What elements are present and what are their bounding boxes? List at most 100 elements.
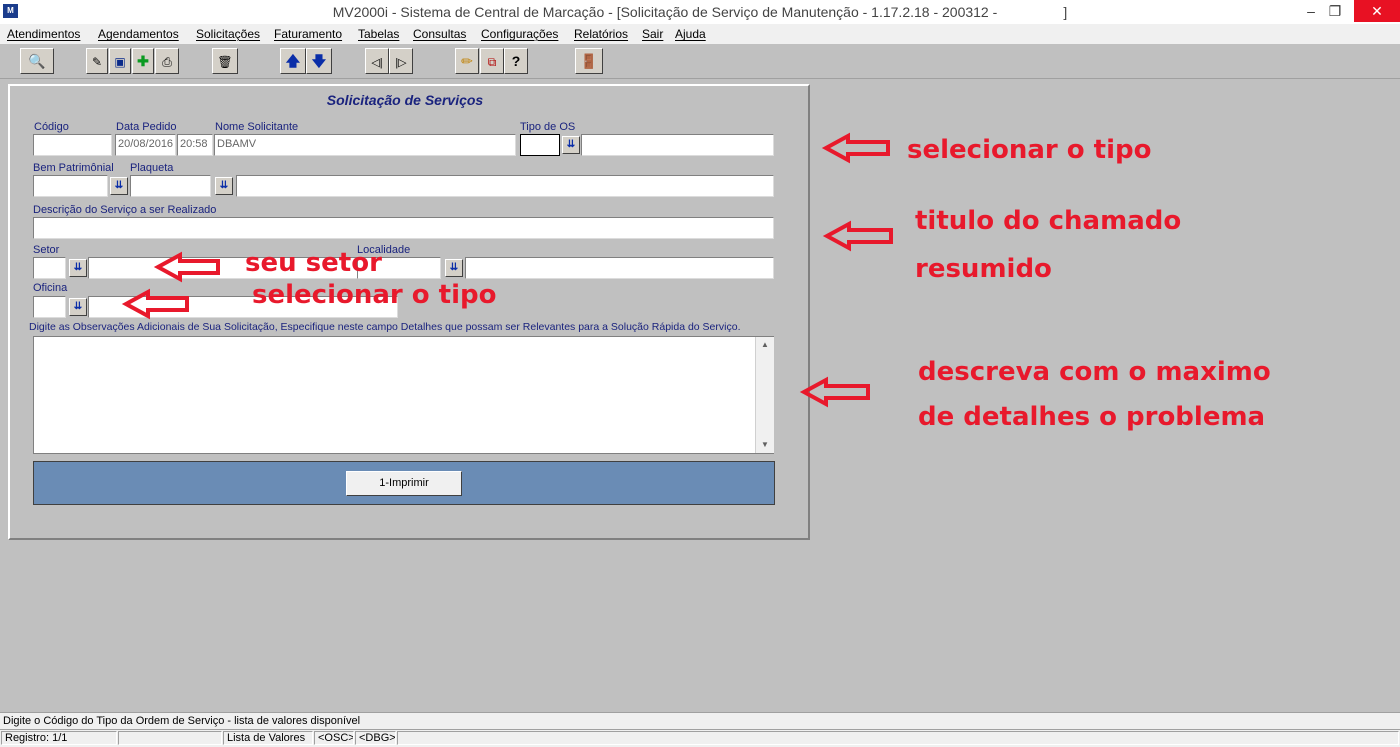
oficina-code-field[interactable] xyxy=(33,296,66,318)
menu-agendamentos[interactable]: Agendamentos xyxy=(98,27,179,41)
edit-icon: ✎ xyxy=(91,55,103,69)
last-icon: |▷ xyxy=(395,57,407,69)
arrow-up-icon: 🡅 xyxy=(285,53,301,69)
codigo-field[interactable] xyxy=(33,134,112,156)
help-button[interactable]: ? xyxy=(504,48,528,74)
scroll-up-icon[interactable]: ▲ xyxy=(756,337,774,353)
annotation-descreva-2: de detalhes o problema xyxy=(918,402,1266,432)
lov-down-icon: ⇊ xyxy=(73,262,83,273)
annotation-seu-setor: seu setor xyxy=(245,248,382,278)
arrow-down-icon: 🡇 xyxy=(311,53,327,69)
save-button[interactable]: ▣ xyxy=(109,48,131,74)
status-dbg: <DBG> xyxy=(355,731,396,745)
label-descricao: Descrição do Serviço a ser Realizado xyxy=(33,204,217,216)
close-button[interactable]: ✕ xyxy=(1354,0,1400,22)
pencil-button[interactable]: ✏ xyxy=(455,48,479,74)
bem-patrimonial-lov-button[interactable]: ⇊ xyxy=(110,177,128,195)
annotation-oficina-tipo: selecionar o tipo xyxy=(252,280,497,310)
first-record-button[interactable]: ◁| xyxy=(365,48,389,74)
oficina-lov-button[interactable]: ⇊ xyxy=(69,298,87,316)
annotation-titulo-2: resumido xyxy=(915,254,1052,284)
add-icon: ✚ xyxy=(137,53,149,69)
menu-atendimentos[interactable]: Atendimentos xyxy=(7,27,80,41)
delete-icon: 🗑 xyxy=(217,55,233,69)
status-empty xyxy=(118,731,222,745)
label-oficina: Oficina xyxy=(33,282,68,294)
exit-button[interactable]: 🚪 xyxy=(575,48,603,74)
lov-down-icon: ⇊ xyxy=(449,262,459,273)
localidade-desc-field[interactable] xyxy=(465,257,774,279)
form-title: Solicitação de Serviços xyxy=(326,92,484,108)
label-observacoes: Digite as Observações Adicionais de Sua … xyxy=(29,321,741,333)
label-codigo: Código xyxy=(34,121,69,133)
delete-button[interactable]: 🗑 xyxy=(212,48,238,74)
status-osc: <OSC> xyxy=(314,731,354,745)
descricao-servico-field[interactable] xyxy=(33,217,774,239)
menu-consultas[interactable]: Consultas xyxy=(413,27,466,41)
lov-down-icon: ⇊ xyxy=(73,301,83,312)
status-lista-valores: Lista de Valores xyxy=(223,731,313,745)
status-registro: Registro: 1/1 xyxy=(1,731,117,745)
lov-down-icon: ⇊ xyxy=(219,180,229,191)
menu-faturamento[interactable]: Faturamento xyxy=(274,27,342,41)
print-toolbar-button[interactable]: ⎙ xyxy=(155,48,179,74)
exit-icon: 🚪 xyxy=(580,53,598,69)
annotation-descreva-1: descreva com o maximo xyxy=(918,357,1271,387)
pencil-icon: ✏ xyxy=(461,53,473,69)
label-setor: Setor xyxy=(33,244,60,256)
plaqueta-lov-button[interactable]: ⇊ xyxy=(215,177,233,195)
data-pedido-field[interactable]: 20/08/2016 xyxy=(115,134,176,156)
arrow-titulo xyxy=(822,220,893,252)
menu-tabelas[interactable]: Tabelas xyxy=(358,27,399,41)
setor-lov-button[interactable]: ⇊ xyxy=(69,259,87,277)
lov-down-icon: ⇊ xyxy=(114,180,124,191)
tipo-os-desc-field[interactable] xyxy=(581,134,774,156)
menu-ajuda[interactable]: Ajuda xyxy=(675,27,706,41)
tipo-os-code-field[interactable] xyxy=(520,134,560,156)
observacoes-textarea[interactable] xyxy=(33,336,774,454)
arrow-descreva xyxy=(799,376,870,408)
imprimir-button[interactable]: 1-Imprimir xyxy=(346,471,462,496)
menu-relatorios[interactable]: Relatórios xyxy=(574,27,628,41)
localidade-lov-button[interactable]: ⇊ xyxy=(445,259,463,277)
label-bem-patrimonial: Bem Patrimônial xyxy=(33,162,114,174)
menu-bar: Atendimentos Agendamentos Solicitações F… xyxy=(0,24,1400,44)
setor-code-field[interactable] xyxy=(33,257,66,279)
bem-descricao-field[interactable] xyxy=(236,175,774,197)
last-record-button[interactable]: |▷ xyxy=(389,48,413,74)
print-icon: ⎙ xyxy=(162,55,172,69)
save-icon: ▣ xyxy=(114,55,126,69)
arrow-tipo-os xyxy=(821,132,890,164)
lov-down-icon: ⇊ xyxy=(566,139,576,150)
add-button[interactable]: ✚ xyxy=(132,48,154,74)
annotation-titulo-1: titulo do chamado xyxy=(915,206,1182,236)
menu-solicitacoes[interactable]: Solicitações xyxy=(196,27,260,41)
hora-pedido-field[interactable]: 20:58 xyxy=(177,134,213,156)
annotation-selecionar-tipo: selecionar o tipo xyxy=(907,135,1152,165)
previous-record-button[interactable]: 🡅 xyxy=(280,48,306,74)
window-title: MV2000i - Sistema de Central de Marcação… xyxy=(332,4,1068,20)
copy-icon: ⧉ xyxy=(487,55,497,69)
toolbar: 🔍 ✎ ▣ ✚ ⎙ 🗑 🡅 🡇 ◁| |▷ ✏ ⧉ ? 🚪 xyxy=(0,44,1400,79)
bem-patrimonial-field[interactable] xyxy=(33,175,108,197)
label-data-pedido: Data Pedido xyxy=(116,121,177,133)
next-record-button[interactable]: 🡇 xyxy=(306,48,332,74)
label-tipo-os: Tipo de OS xyxy=(520,121,576,133)
status-message: Digite o Código do Tipo da Ordem de Serv… xyxy=(0,712,1400,729)
scroll-down-icon[interactable]: ▼ xyxy=(756,437,774,453)
title-bar: M MV2000i - Sistema de Central de Marcaç… xyxy=(0,0,1400,24)
help-icon: ? xyxy=(511,53,521,69)
observacoes-scrollbar[interactable]: ▲ ▼ xyxy=(755,337,774,453)
tipo-os-lov-button[interactable]: ⇊ xyxy=(562,136,580,154)
copy-button[interactable]: ⧉ xyxy=(480,48,504,74)
label-plaqueta: Plaqueta xyxy=(130,162,174,174)
query-button[interactable]: 🔍 xyxy=(20,48,54,74)
edit-button[interactable]: ✎ xyxy=(86,48,108,74)
maximize-button[interactable]: ❐ xyxy=(1314,0,1356,22)
menu-sair[interactable]: Sair xyxy=(642,27,663,41)
status-filler xyxy=(397,731,1399,745)
nome-solicitante-field[interactable]: DBAMV xyxy=(214,134,516,156)
label-nome-solicitante: Nome Solicitante xyxy=(215,121,299,133)
plaqueta-field[interactable] xyxy=(130,175,211,197)
menu-configuracoes[interactable]: Configurações xyxy=(481,27,558,41)
